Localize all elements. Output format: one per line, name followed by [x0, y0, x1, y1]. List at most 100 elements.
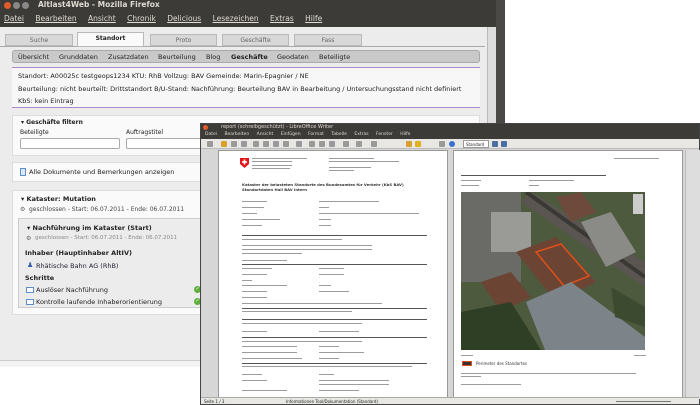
redo-icon[interactable] [356, 141, 362, 147]
document-scrollbar[interactable] [685, 150, 700, 399]
zoom-select[interactable]: Standard [463, 140, 489, 148]
pdf-icon[interactable] [263, 141, 269, 147]
find-next-icon[interactable] [492, 141, 498, 147]
zoom-slider[interactable] [616, 401, 671, 402]
edit-icon[interactable] [253, 141, 259, 147]
menu-hilfe[interactable]: Hilfe [400, 132, 410, 137]
schritte-label: Schritte [25, 274, 55, 282]
tab-geschaefte[interactable]: Geschäfte [222, 34, 289, 46]
document-page-1: Kataster der belasteten Standorte des Bu… [218, 150, 448, 400]
gear-icon: ⚙ [20, 206, 26, 213]
menu-tabelle[interactable]: Tabelle [331, 132, 347, 137]
new-icon[interactable] [207, 141, 213, 147]
section-divider [242, 319, 427, 320]
document-text-line [319, 346, 339, 347]
writer-status-bar: Seite 1 / 3 Informationen Tool/Dokumenta… [201, 397, 699, 404]
document-text-line [319, 268, 344, 269]
table-icon[interactable] [371, 141, 377, 147]
help-icon[interactable] [449, 141, 455, 147]
export-icon[interactable] [241, 141, 247, 147]
document-text-line [319, 207, 329, 208]
minimize-icon[interactable] [13, 2, 20, 9]
step-ausloeser[interactable]: Auslöser Nachführung [36, 286, 108, 294]
menu-chronik[interactable]: Chronik [127, 14, 156, 23]
document-text-line [242, 201, 267, 202]
menu-ansicht[interactable]: Ansicht [88, 14, 116, 23]
firefox-titlebar: Altlast4Web - Mozilla Firefox [0, 0, 504, 10]
subtab-uebersicht[interactable]: Übersicht [18, 53, 49, 61]
filter-heading[interactable]: ▾ Geschäfte filtern [21, 119, 83, 126]
legend-perimeter-label: Perimeter des Standortes [476, 361, 527, 366]
cut-icon[interactable] [309, 141, 315, 147]
menu-lesezeichen[interactable]: Lesezeichen [213, 14, 259, 23]
page-style: Informationen Tool/Dokumentation (Standa… [286, 399, 378, 404]
all-documents-link[interactable]: Alle Dokumente und Bemerkungen anzeigen [29, 168, 174, 176]
menu-einfuegen[interactable]: Einfügen [281, 132, 301, 137]
page-indicator: Seite 1 / 3 [204, 399, 225, 404]
maximize-icon[interactable] [22, 2, 29, 9]
tab-suche[interactable]: Suche [5, 34, 73, 46]
find-prev-icon[interactable] [501, 141, 507, 147]
save-icon[interactable] [231, 141, 237, 147]
beteiligte-input[interactable] [20, 138, 120, 149]
nachfuehrung-heading[interactable]: ▾ Nachführung im Kataster (Start) [27, 224, 152, 232]
tab-standort[interactable]: Standort [77, 32, 144, 47]
document-text-line [319, 274, 344, 275]
close-icon[interactable] [4, 2, 11, 9]
menu-delicious[interactable]: Delicious [167, 14, 201, 23]
menu-format[interactable]: Format [308, 132, 324, 137]
document-text-line [319, 225, 331, 226]
menu-datei[interactable]: Datei [205, 132, 217, 137]
info-line-beurteilung: Beurteilung: nicht beurteilt: Drittstand… [18, 85, 462, 93]
tab-proto[interactable]: Proto [150, 34, 217, 46]
spellcheck-icon[interactable] [296, 141, 302, 147]
document-text-line [242, 225, 262, 226]
subtab-beteiligte[interactable]: Beteiligte [319, 53, 350, 61]
person-icon: ♟ [27, 261, 34, 269]
menu-ansicht[interactable]: Ansicht [257, 132, 274, 137]
document-text-line [319, 331, 359, 332]
menu-datei[interactable]: Datei [4, 14, 24, 23]
subtab-blog[interactable]: Blog [206, 53, 220, 61]
gear-icon: ⚙ [26, 235, 32, 242]
menu-hilfe[interactable]: Hilfe [305, 14, 322, 23]
subtab-zusatzdaten[interactable]: Zusatzdaten [108, 53, 149, 61]
menu-fenster[interactable]: Fenster [376, 132, 393, 137]
find-icon[interactable] [439, 141, 445, 147]
chart-icon[interactable] [406, 141, 412, 147]
menu-bearbeiten[interactable]: Bearbeiten [35, 14, 76, 23]
menu-extras[interactable]: Extras [270, 14, 294, 23]
undo-icon[interactable] [343, 141, 349, 147]
document-text-line [319, 390, 359, 391]
document-text-line [319, 352, 364, 353]
menu-extras[interactable]: Extras [354, 132, 368, 137]
step-kontrolle[interactable]: Kontrolle laufende Inhaberorientierung [36, 298, 162, 306]
tab-fass[interactable]: Fass [294, 34, 362, 46]
inhaber-name[interactable]: Rhätische Bahn AG (RhB) [36, 262, 118, 270]
document-text-line [242, 297, 267, 298]
navigator-icon[interactable] [415, 141, 421, 147]
document-text-line [242, 366, 412, 367]
subtab-beurteilung[interactable]: Beurteilung [158, 53, 196, 61]
subtab-geodaten[interactable]: Geodaten [277, 53, 309, 61]
document-text-line [242, 341, 362, 342]
subtab-geschaefte[interactable]: Geschäfte [231, 53, 268, 61]
document-text-line [242, 260, 287, 261]
close-icon[interactable] [203, 125, 208, 130]
subtab-grunddaten[interactable]: Grunddaten [59, 53, 98, 61]
document-text-line [319, 380, 389, 381]
kataster-heading[interactable]: ▾ Kataster: Mutation [21, 195, 96, 203]
document-text-line [242, 346, 297, 347]
report-subheading: Standortdaten Hall BAV intern [242, 187, 307, 192]
document-text-line [242, 219, 280, 220]
document-text-line [242, 274, 267, 275]
open-icon[interactable] [221, 141, 227, 147]
paste-icon[interactable] [329, 141, 335, 147]
document-text-line [319, 219, 331, 220]
print-icon[interactable] [273, 141, 279, 147]
document-text-line [319, 374, 334, 375]
preview-icon[interactable] [283, 141, 289, 147]
menu-bearbeiten[interactable]: Bearbeiten [224, 132, 249, 137]
copy-icon[interactable] [319, 141, 325, 147]
document-text-line [242, 253, 302, 254]
